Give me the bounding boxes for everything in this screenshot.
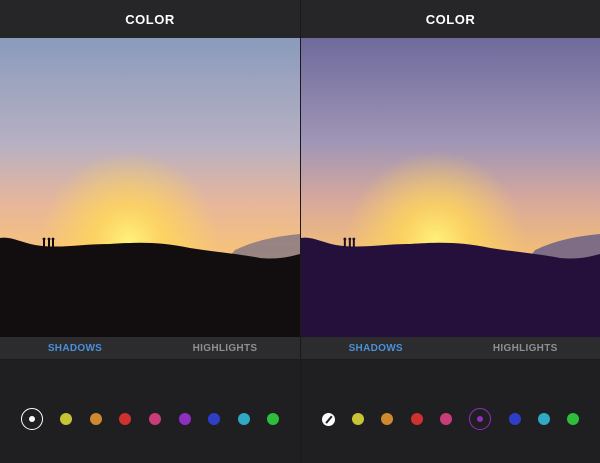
swatch-cyan[interactable] <box>237 413 250 425</box>
selected-dot-icon <box>28 416 35 422</box>
swatch-cyan[interactable] <box>537 413 550 425</box>
sunset-photo <box>0 38 300 337</box>
swatch-row <box>301 408 600 430</box>
tab-highlights[interactable]: HIGHLIGHTS <box>451 343 600 354</box>
sunset-photo-tinted <box>301 38 600 337</box>
selected-dot-icon <box>477 416 484 422</box>
color-controls <box>0 360 300 463</box>
tab-bar: SHADOWS HIGHLIGHTS <box>0 337 300 360</box>
swatch-row <box>0 408 300 430</box>
swatch-red[interactable] <box>119 413 132 425</box>
swatch-pink[interactable] <box>439 413 452 425</box>
tab-highlights[interactable]: HIGHLIGHTS <box>150 343 300 354</box>
swatch-pink[interactable] <box>148 413 161 425</box>
swatch-green[interactable] <box>567 413 580 425</box>
color-controls <box>301 360 600 463</box>
swatch-blue[interactable] <box>508 413 521 425</box>
top-bar: COLOR <box>0 0 300 38</box>
page-title: COLOR <box>125 11 175 27</box>
swatch-blue[interactable] <box>208 413 221 425</box>
swatch-yellow[interactable] <box>60 413 73 425</box>
swatch-green[interactable] <box>267 413 280 425</box>
swatch-none-slash-icon[interactable] <box>321 412 335 426</box>
screens: COLOR SHADOWS HIGHLIGHTS COLOR SHADOWS H… <box>0 0 600 463</box>
swatch-yellow[interactable] <box>351 413 364 425</box>
swatch-orange[interactable] <box>89 413 102 425</box>
photo-preview <box>301 38 600 337</box>
page-title: COLOR <box>425 11 476 27</box>
tab-shadows[interactable]: SHADOWS <box>0 343 150 354</box>
tab-shadows[interactable]: SHADOWS <box>301 343 451 354</box>
tab-bar: SHADOWS HIGHLIGHTS <box>301 337 600 360</box>
swatch-orange[interactable] <box>381 413 394 425</box>
top-bar: COLOR <box>301 0 600 38</box>
screen-left: COLOR SHADOWS HIGHLIGHTS <box>0 0 300 463</box>
swatch-none-selected[interactable] <box>20 408 43 430</box>
swatch-purple-selected[interactable] <box>469 408 492 430</box>
swatch-purple[interactable] <box>178 413 191 425</box>
photo-preview <box>0 38 300 337</box>
screen-right: COLOR SHADOWS HIGHLIGHTS <box>300 0 600 463</box>
swatch-red[interactable] <box>410 413 423 425</box>
